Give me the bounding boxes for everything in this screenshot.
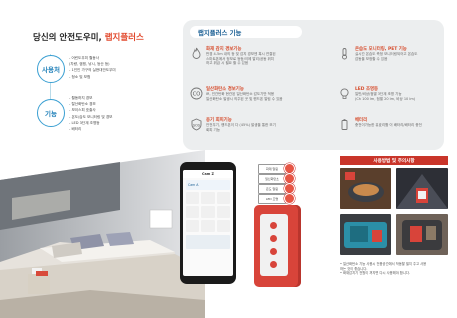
func-item: - 온도/습도 모니터링 및 경보 [69, 114, 113, 119]
usage-notes: • 일산화탄소 기능 사용시 전용공간에서 작동할 필지 주고 사용 하는 것이… [340, 262, 427, 276]
svg-text:SOS: SOS [193, 123, 201, 127]
usage-photo-cooking [340, 168, 391, 209]
feature-desc: 충전이가능한 유효리튬 이 배터리/배터리 충전 [355, 123, 422, 127]
feature-desc: 안전우기, 핸드폰이 다 (45%) 발생을 통한 모기 회피 기능 [206, 123, 276, 132]
app-screen: Cam Z Cam A [183, 170, 233, 276]
use-list: - 어린도우미 월동사 (차량, 캠핑, 낚시, 등산 등) - 1인인 가구의… [69, 55, 116, 80]
alert-dot-icon [284, 193, 295, 204]
app-tile[interactable] [201, 192, 215, 204]
app-tile[interactable] [201, 220, 215, 232]
app-panel [186, 235, 230, 249]
device-button[interactable] [270, 235, 277, 242]
flame-icon [190, 45, 203, 59]
callout-label: 화재 알림 [258, 164, 286, 174]
bulb-icon [338, 85, 351, 99]
thermometer-icon [338, 45, 351, 60]
callout-label: 일산화탄소 [258, 174, 286, 184]
app-tile[interactable] [186, 220, 200, 232]
callout-label: 온도 알림 [258, 184, 286, 194]
bedroom-photo [0, 150, 205, 318]
app-tile[interactable] [201, 206, 215, 218]
feature-desc: 일반/비상/점멸 3단계 조명 기능 (Ch 100 lm, 점멸 20 lm, … [355, 92, 416, 101]
page-title: 당신의 안전도우미, 랩지플러스 [33, 33, 144, 43]
usage-photo-car [340, 214, 391, 255]
sos-icon: SOS [190, 116, 203, 131]
func-circle: 기능 [37, 99, 65, 127]
use-item: - 1인인 가구의 실현대안도우미 [69, 68, 116, 73]
app-status: Cam Z [183, 170, 233, 178]
app-tile[interactable] [186, 192, 200, 204]
usage-photo-tent [396, 168, 448, 209]
use-item: - 청소 및 보험 [69, 74, 91, 79]
feature-desc: IR, 인간탄화 현관된 일산화탄소 감도기반 적용 일산화탄소 발생시 의주된 … [206, 92, 283, 101]
feature-desc: 반경 4-5m 내의 등 및 감지 경보엔 혹시 연결된 스마트폰에서 정보로 등… [206, 52, 276, 66]
svg-text:CO: CO [193, 91, 200, 97]
app-tile[interactable] [216, 192, 230, 204]
func-list: - 월동하지 경보 - 탈산화탄소 경보 - 보이스피 호출사 - 온도/습도 … [69, 95, 112, 132]
device-button[interactable] [270, 261, 277, 268]
app-tile[interactable] [216, 220, 230, 232]
features-title: 랩지플러스 기능 [190, 26, 302, 38]
usage-title: 사용방법 및 주의사항 [340, 156, 448, 165]
app-tile[interactable] [186, 206, 200, 218]
use-circle: 사용처 [37, 55, 65, 83]
app-tile[interactable] [216, 206, 230, 218]
battery-icon [338, 116, 351, 130]
usage-photo-bag [396, 214, 448, 255]
func-item: - 배터리 [69, 127, 82, 132]
device-button[interactable] [270, 248, 277, 255]
feature-desc: 실시간 온습도 측정 모니터링되어고 온습도 감동을 보정할 수 있음 [355, 52, 418, 61]
device-button[interactable] [270, 222, 277, 229]
co-icon: CO [190, 85, 203, 100]
app-device[interactable]: Cam A [186, 180, 230, 190]
callout-label: LED 조명 [258, 194, 286, 204]
